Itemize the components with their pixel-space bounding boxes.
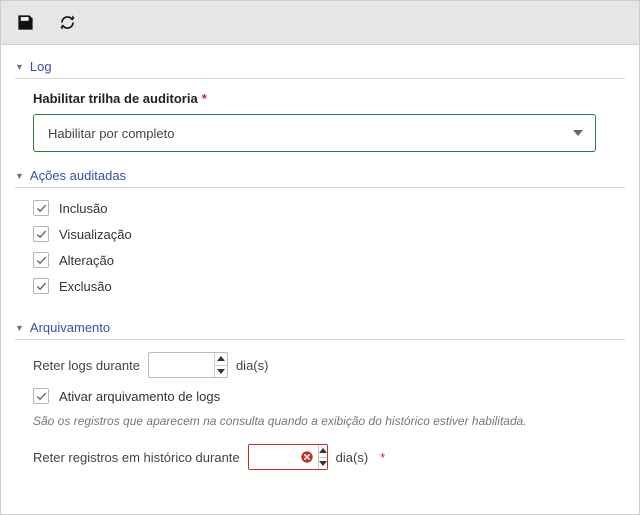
retain-history-spinner [248, 444, 328, 470]
check-icon [36, 203, 47, 214]
audit-trail-label: Habilitar trilha de auditoria* [33, 91, 621, 106]
checkbox-label: Ativar arquivamento de logs [59, 389, 220, 404]
collapse-icon: ▼ [15, 171, 24, 181]
settings-panel: ▼ Log Habilitar trilha de auditoria* Hab… [0, 0, 640, 515]
audit-trail-select[interactable]: Habilitar por completo [33, 114, 596, 152]
checkbox-row-archive: Ativar arquivamento de logs [33, 388, 621, 404]
section-body-log: Habilitar trilha de auditoria* Habilitar… [15, 91, 625, 162]
checkbox-alteracao[interactable] [33, 252, 49, 268]
spin-down-button[interactable] [215, 366, 227, 378]
error-icon [296, 445, 318, 469]
check-icon [36, 391, 47, 402]
section-header-arquivamento[interactable]: ▼ Arquivamento [15, 314, 625, 340]
retain-history-unit: dia(s) [336, 450, 369, 465]
refresh-button[interactable] [57, 13, 77, 33]
retain-logs-unit: dia(s) [236, 358, 269, 373]
checkbox-label: Visualização [59, 227, 132, 242]
section-title-arquivamento: Arquivamento [30, 320, 110, 335]
toolbar [1, 1, 639, 45]
archive-hint: São os registros que aparecem na consult… [33, 414, 621, 428]
retain-logs-row: Reter logs durante dia(s) [33, 352, 621, 378]
checkbox-exclusao[interactable] [33, 278, 49, 294]
retain-history-row: Reter registros em histórico durante dia… [33, 444, 621, 470]
save-button[interactable] [15, 13, 35, 33]
collapse-icon: ▼ [15, 323, 24, 333]
arrow-up-icon [319, 448, 327, 453]
checkbox-row-visualizacao: Visualização [33, 226, 621, 242]
retain-history-input[interactable] [249, 445, 296, 469]
arrow-down-icon [319, 461, 327, 466]
arrow-down-icon [217, 369, 225, 374]
section-header-acoes[interactable]: ▼ Ações auditadas [15, 162, 625, 188]
refresh-icon [58, 13, 77, 32]
collapse-icon: ▼ [15, 62, 24, 72]
spin-buttons [214, 353, 227, 377]
retain-logs-spinner [148, 352, 228, 378]
checkbox-label: Inclusão [59, 201, 107, 216]
spin-buttons [318, 445, 327, 469]
section-body-arquivamento: Reter logs durante dia(s) Ativar arquiva… [15, 352, 625, 490]
checkbox-label: Exclusão [59, 279, 112, 294]
section-title-acoes: Ações auditadas [30, 168, 126, 183]
arrow-up-icon [217, 356, 225, 361]
checkbox-row-exclusao: Exclusão [33, 278, 621, 294]
section-title-log: Log [30, 59, 52, 74]
checkbox-label: Alteração [59, 253, 114, 268]
checkbox-visualizacao[interactable] [33, 226, 49, 242]
spin-down-button[interactable] [319, 458, 327, 470]
retain-logs-input[interactable] [149, 353, 214, 377]
checkbox-row-alteracao: Alteração [33, 252, 621, 268]
checkbox-row-inclusao: Inclusão [33, 200, 621, 216]
section-body-acoes: Inclusão Visualização Alteração Exclusão [15, 200, 625, 314]
content: ▼ Log Habilitar trilha de auditoria* Hab… [1, 45, 639, 514]
audit-trail-select-value: Habilitar por completo [48, 126, 174, 141]
section-header-log[interactable]: ▼ Log [15, 53, 625, 79]
check-icon [36, 229, 47, 240]
spin-up-button[interactable] [319, 445, 327, 458]
required-mark: * [380, 450, 385, 465]
retain-history-label: Reter registros em histórico durante [33, 450, 240, 465]
check-icon [36, 281, 47, 292]
chevron-down-icon [573, 130, 583, 136]
checkbox-inclusao[interactable] [33, 200, 49, 216]
retain-logs-label: Reter logs durante [33, 358, 140, 373]
check-icon [36, 255, 47, 266]
spin-up-button[interactable] [215, 353, 227, 366]
checkbox-enable-archive[interactable] [33, 388, 49, 404]
save-icon [16, 13, 35, 32]
required-mark: * [202, 91, 207, 106]
